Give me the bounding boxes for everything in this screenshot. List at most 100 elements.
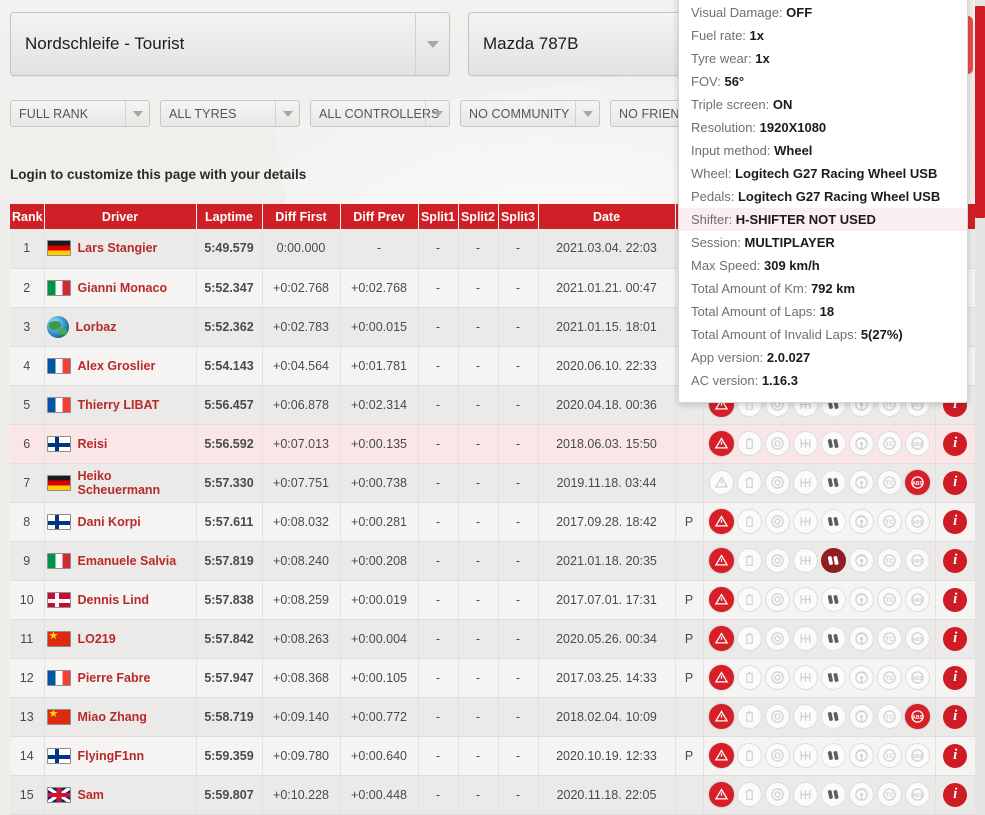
wheel-icon[interactable] (849, 704, 874, 729)
table-row[interactable]: 7Heiko Scheuermann5:57.330+0:07.751+0:00… (10, 463, 975, 502)
shifter-icon[interactable] (793, 509, 818, 534)
table-row[interactable]: 10Dennis Lind5:57.838+0:08.259+0:00.019-… (10, 580, 975, 619)
col-rank[interactable]: Rank (10, 204, 44, 229)
wheel-icon[interactable] (849, 782, 874, 807)
tyre-icon[interactable] (765, 431, 790, 456)
shifter-icon[interactable] (793, 548, 818, 573)
fuel-icon[interactable] (737, 587, 762, 612)
cell-driver[interactable]: Lorbaz (44, 307, 196, 346)
damage-icon[interactable] (709, 665, 734, 690)
col-date[interactable]: Date (538, 204, 675, 229)
abs-icon[interactable]: ABS (905, 665, 930, 690)
cell-driver[interactable]: Dani Korpi (44, 502, 196, 541)
pedals-icon[interactable] (821, 704, 846, 729)
cell-driver[interactable]: Heiko Scheuermann (44, 463, 196, 502)
col-split3[interactable]: Split3 (498, 204, 538, 229)
shifter-icon[interactable] (793, 665, 818, 690)
col-driver[interactable]: Driver (44, 204, 196, 229)
cell-driver[interactable]: FlyingF1nn (44, 736, 196, 775)
cell-driver[interactable]: Gianni Monaco (44, 268, 196, 307)
table-row[interactable]: 15Sam5:59.807+0:10.228+0:00.448---2020.1… (10, 775, 975, 814)
abs-icon[interactable]: ABS (905, 782, 930, 807)
cell-info[interactable]: i (935, 463, 975, 502)
tc-icon[interactable]: TC (877, 431, 902, 456)
wheel-icon[interactable] (849, 626, 874, 651)
wheel-icon[interactable] (849, 665, 874, 690)
cell-driver[interactable]: Lars Stangier (44, 229, 196, 268)
info-icon[interactable]: i (943, 627, 967, 651)
tc-icon[interactable]: TC (877, 782, 902, 807)
wheel-icon[interactable] (849, 431, 874, 456)
info-icon[interactable]: i (943, 432, 967, 456)
page-scrollbar[interactable] (975, 0, 985, 815)
col-split1[interactable]: Split1 (418, 204, 458, 229)
pedals-icon[interactable] (821, 431, 846, 456)
pedals-icon[interactable] (821, 548, 846, 573)
cell-driver[interactable]: Emanuele Salvia (44, 541, 196, 580)
scrollbar-thumb[interactable] (975, 6, 985, 218)
cell-info[interactable]: i (935, 541, 975, 580)
track-select-arrow[interactable] (415, 13, 449, 75)
abs-icon[interactable]: ABS (905, 704, 930, 729)
tyre-icon[interactable] (765, 509, 790, 534)
cell-info[interactable]: i (935, 736, 975, 775)
tc-icon[interactable]: TC (877, 665, 902, 690)
shifter-icon[interactable] (793, 743, 818, 768)
col-laptime[interactable]: Laptime (196, 204, 262, 229)
pedals-icon[interactable] (821, 587, 846, 612)
cell-info[interactable]: i (935, 619, 975, 658)
cell-driver[interactable]: LO219 (44, 619, 196, 658)
damage-icon[interactable] (709, 587, 734, 612)
filter-community[interactable]: NO COMMUNITY (460, 100, 600, 127)
filter-community-arrow[interactable] (575, 101, 599, 126)
abs-icon[interactable]: ABS (905, 509, 930, 534)
shifter-icon[interactable] (793, 587, 818, 612)
filter-tyres[interactable]: ALL TYRES (160, 100, 300, 127)
info-icon[interactable]: i (943, 744, 967, 768)
pedals-icon[interactable] (821, 665, 846, 690)
tyre-icon[interactable] (765, 470, 790, 495)
table-row[interactable]: 11LO2195:57.842+0:08.263+0:00.004---2020… (10, 619, 975, 658)
tyre-icon[interactable] (765, 782, 790, 807)
tyre-icon[interactable] (765, 548, 790, 573)
filter-rank[interactable]: FULL RANK (10, 100, 150, 127)
cell-driver[interactable]: Pierre Fabre (44, 658, 196, 697)
col-diff-first[interactable]: Diff First (262, 204, 340, 229)
tyre-icon[interactable] (765, 587, 790, 612)
cell-driver[interactable]: Dennis Lind (44, 580, 196, 619)
cell-info[interactable]: i (935, 424, 975, 463)
tyre-icon[interactable] (765, 743, 790, 768)
fuel-icon[interactable] (737, 548, 762, 573)
pedals-icon[interactable] (821, 470, 846, 495)
cell-driver[interactable]: Reisi (44, 424, 196, 463)
wheel-icon[interactable] (849, 548, 874, 573)
pedals-icon[interactable] (821, 782, 846, 807)
info-icon[interactable]: i (943, 588, 967, 612)
shifter-icon[interactable] (793, 782, 818, 807)
wheel-icon[interactable] (849, 470, 874, 495)
tc-icon[interactable]: TC (877, 704, 902, 729)
tc-icon[interactable]: TC (877, 548, 902, 573)
abs-icon[interactable]: ABS (905, 548, 930, 573)
tc-icon[interactable]: TC (877, 626, 902, 651)
cell-info[interactable]: i (935, 658, 975, 697)
tc-icon[interactable]: TC (877, 587, 902, 612)
cell-info[interactable]: i (935, 502, 975, 541)
damage-icon[interactable] (709, 509, 734, 534)
cell-info[interactable]: i (935, 580, 975, 619)
info-icon[interactable]: i (943, 783, 967, 807)
damage-icon[interactable] (709, 782, 734, 807)
fuel-icon[interactable] (737, 470, 762, 495)
cell-driver[interactable]: Alex Groslier (44, 346, 196, 385)
abs-icon[interactable]: ABS (905, 743, 930, 768)
cell-driver[interactable]: Thierry LIBAT (44, 385, 196, 424)
table-row[interactable]: 8Dani Korpi5:57.611+0:08.032+0:00.281---… (10, 502, 975, 541)
fuel-icon[interactable] (737, 704, 762, 729)
shifter-icon[interactable] (793, 704, 818, 729)
table-row[interactable]: 13Miao Zhang5:58.719+0:09.140+0:00.772--… (10, 697, 975, 736)
filter-tyres-arrow[interactable] (275, 101, 299, 126)
abs-icon[interactable]: ABS (905, 431, 930, 456)
filter-rank-arrow[interactable] (125, 101, 149, 126)
info-icon[interactable]: i (943, 666, 967, 690)
table-row[interactable]: 14FlyingF1nn5:59.359+0:09.780+0:00.640--… (10, 736, 975, 775)
